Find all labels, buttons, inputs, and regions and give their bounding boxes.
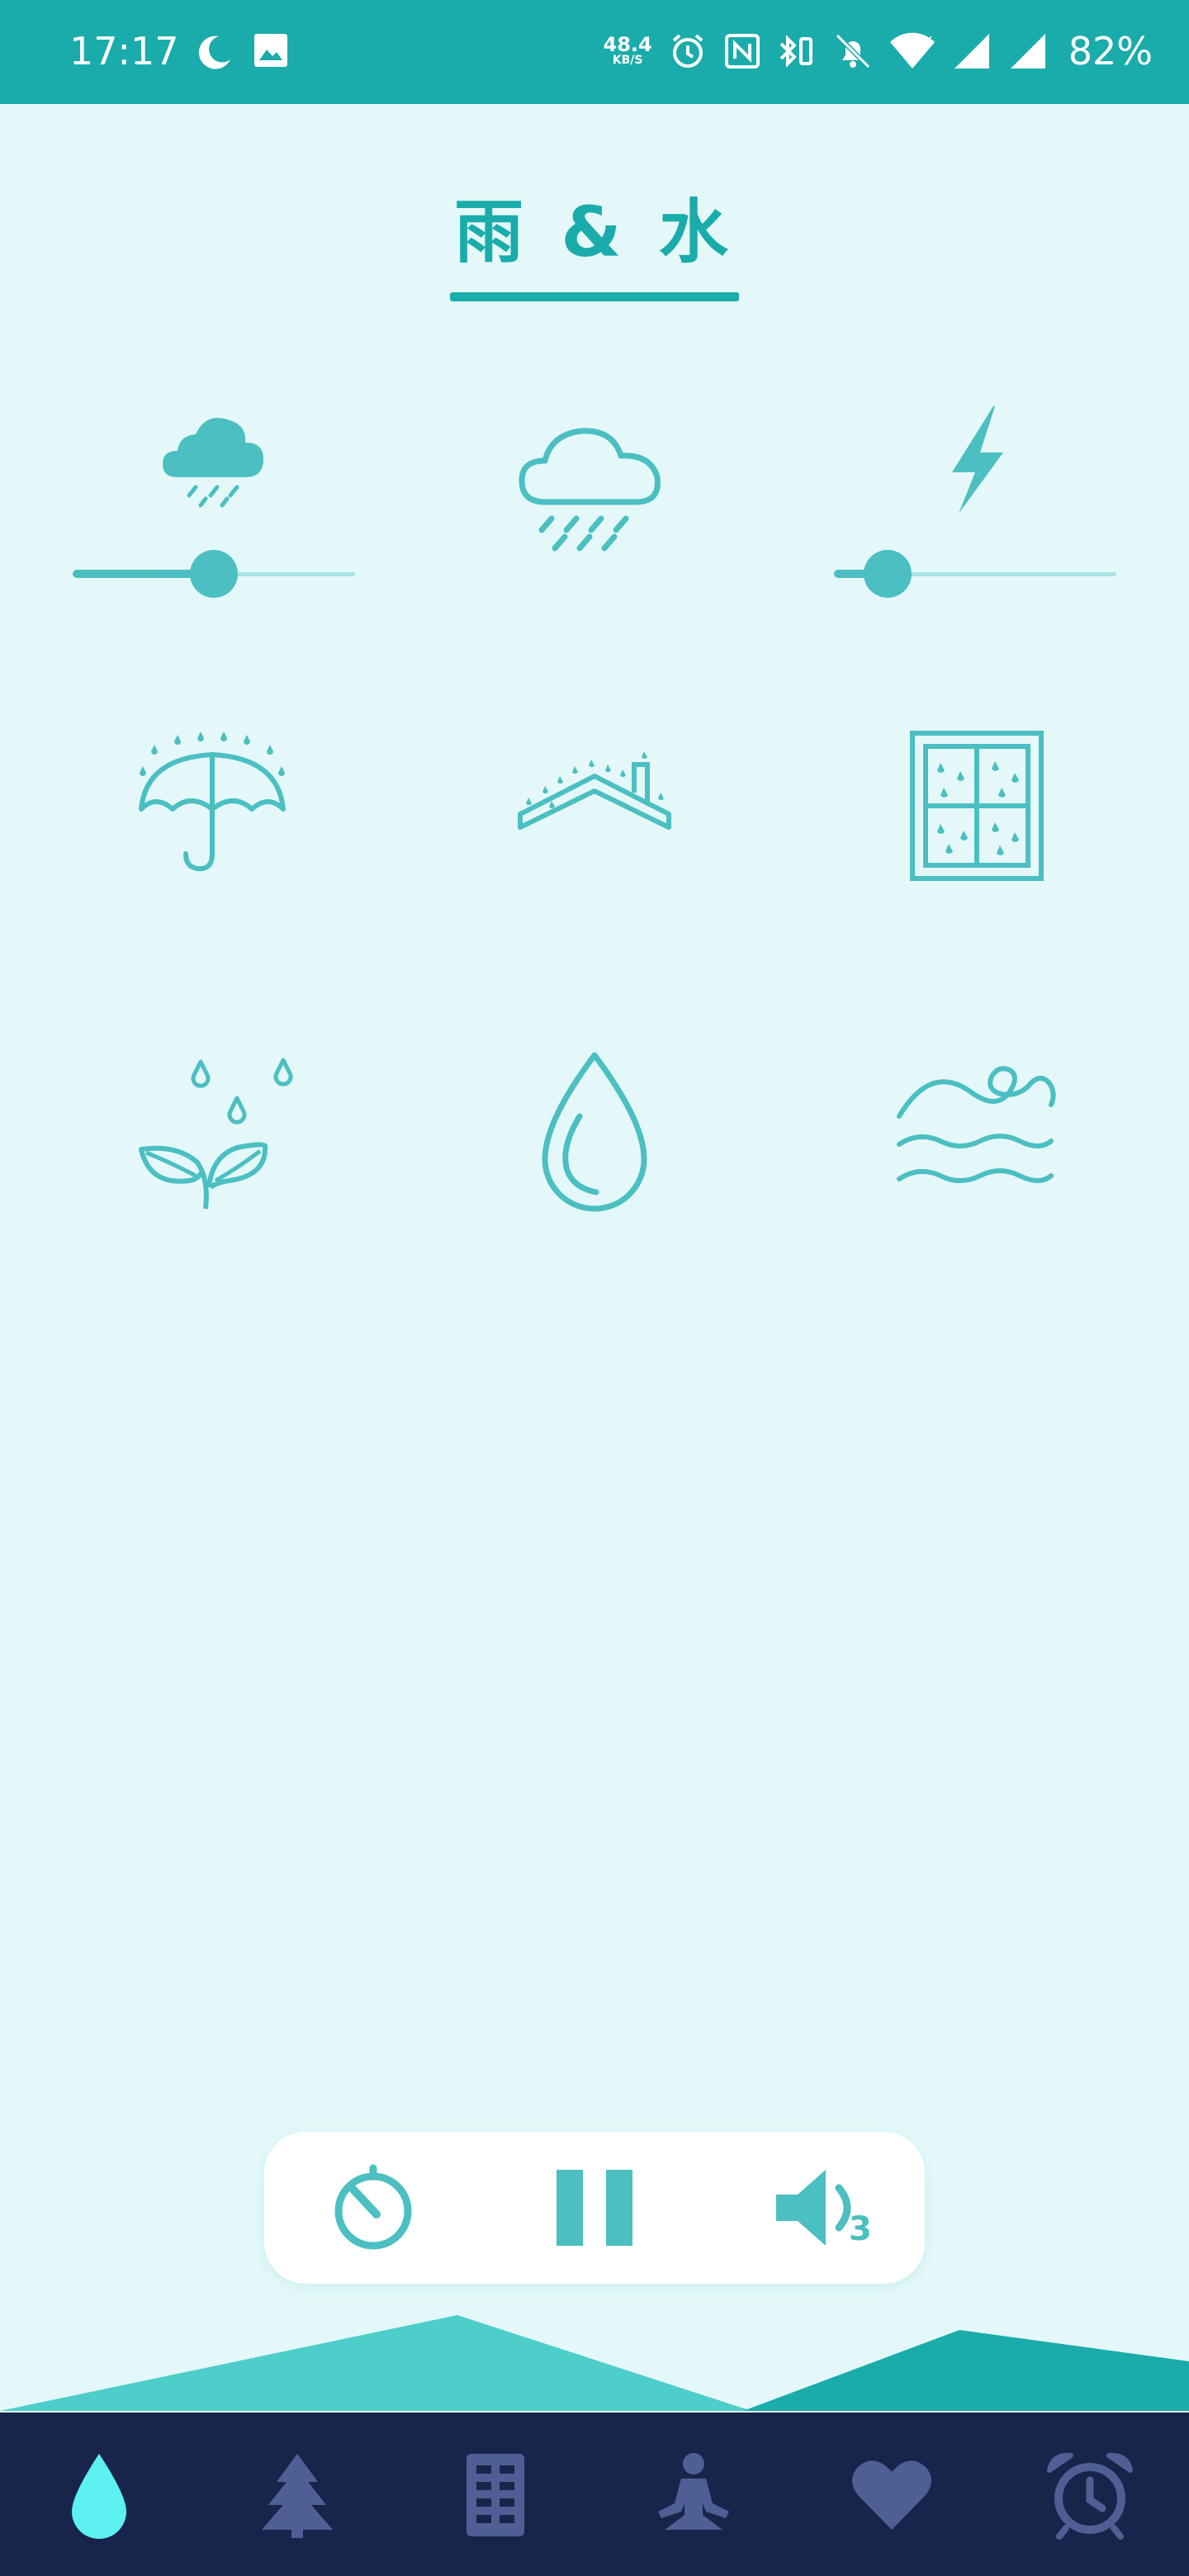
timer-icon: [334, 2164, 412, 2250]
signal-icon-1: [954, 34, 989, 69]
nav-alarm[interactable]: [1045, 2449, 1135, 2540]
sound-water-drops[interactable]: [512, 1047, 677, 1212]
pause-icon: [557, 2170, 632, 2246]
status-bar: 17:17 48.4 KB/S x 82%: [0, 0, 1189, 104]
bell-off-icon: [835, 33, 870, 69]
sound-light-rain[interactable]: [130, 370, 295, 535]
sound-rain-on-umbrella[interactable]: [130, 718, 295, 883]
meditation-icon: [658, 2453, 729, 2530]
nfc-icon: [724, 34, 760, 69]
sound-rain-on-roof[interactable]: [512, 718, 677, 883]
title-underline: [450, 292, 739, 301]
nav-water[interactable]: [54, 2449, 144, 2540]
pause-button[interactable]: [543, 2157, 646, 2259]
nav-meditation[interactable]: [648, 2449, 739, 2540]
heart-icon: [852, 2460, 931, 2530]
building-icon: [467, 2454, 524, 2536]
leaves-rain-icon: [139, 1058, 293, 1210]
nav-forest[interactable]: [252, 2449, 343, 2540]
window-rain-icon: [910, 731, 1044, 881]
wifi-icon: x: [889, 31, 935, 69]
status-right: 48.4 KB/S x 82%: [604, 25, 1153, 78]
water-drop-icon: [542, 1052, 647, 1212]
player-bar: 3: [264, 2132, 925, 2284]
moon-icon: [198, 36, 230, 69]
sound-heavy-rain[interactable]: [512, 395, 677, 560]
alarm-clock-icon: [1047, 2452, 1133, 2540]
bottom-nav: [0, 2413, 1189, 2576]
waves-icon: [897, 1066, 1056, 1183]
battery-percent: 82%: [1068, 29, 1153, 73]
sound-thunder[interactable]: [894, 383, 1059, 548]
pine-tree-icon: [262, 2454, 333, 2538]
mountains-decoration: [0, 2315, 1189, 2411]
image-icon: [254, 34, 287, 67]
status-left-icons: [194, 31, 290, 73]
umbrella-rain-icon: [139, 732, 286, 872]
net-speed: 48.4 KB/S: [603, 33, 652, 67]
slider-thumb[interactable]: [864, 550, 912, 598]
water-drop-icon: [72, 2454, 126, 2539]
svg-text:x: x: [925, 31, 932, 47]
alarm-icon: [672, 34, 703, 68]
volume-slider-thunder[interactable]: [834, 549, 1116, 599]
sound-rain-on-window[interactable]: [894, 718, 1059, 883]
sound-waves[interactable]: [894, 1047, 1059, 1212]
bluetooth-battery-icon: [779, 35, 812, 68]
cloud-heavy-rain-icon: [519, 428, 661, 552]
volume-slider-light-rain[interactable]: [73, 549, 355, 599]
sound-rain-on-leaves[interactable]: [130, 1047, 295, 1212]
slider-thumb[interactable]: [190, 550, 238, 598]
nav-city[interactable]: [450, 2449, 541, 2540]
signal-icon-2: [1010, 34, 1045, 69]
status-time: 17:17: [69, 29, 179, 73]
timer-button[interactable]: [322, 2157, 424, 2259]
title-wrap: 雨 & 水: [0, 183, 1189, 281]
page-title: 雨 & 水: [454, 192, 735, 272]
rain-cloud-icon: [163, 418, 263, 508]
net-speed-value: 48.4: [603, 33, 652, 56]
roof-rain-icon: [518, 751, 671, 830]
lightning-icon: [952, 406, 1003, 514]
nav-favorites[interactable]: [846, 2449, 937, 2540]
volume-level: 3: [849, 2210, 872, 2248]
